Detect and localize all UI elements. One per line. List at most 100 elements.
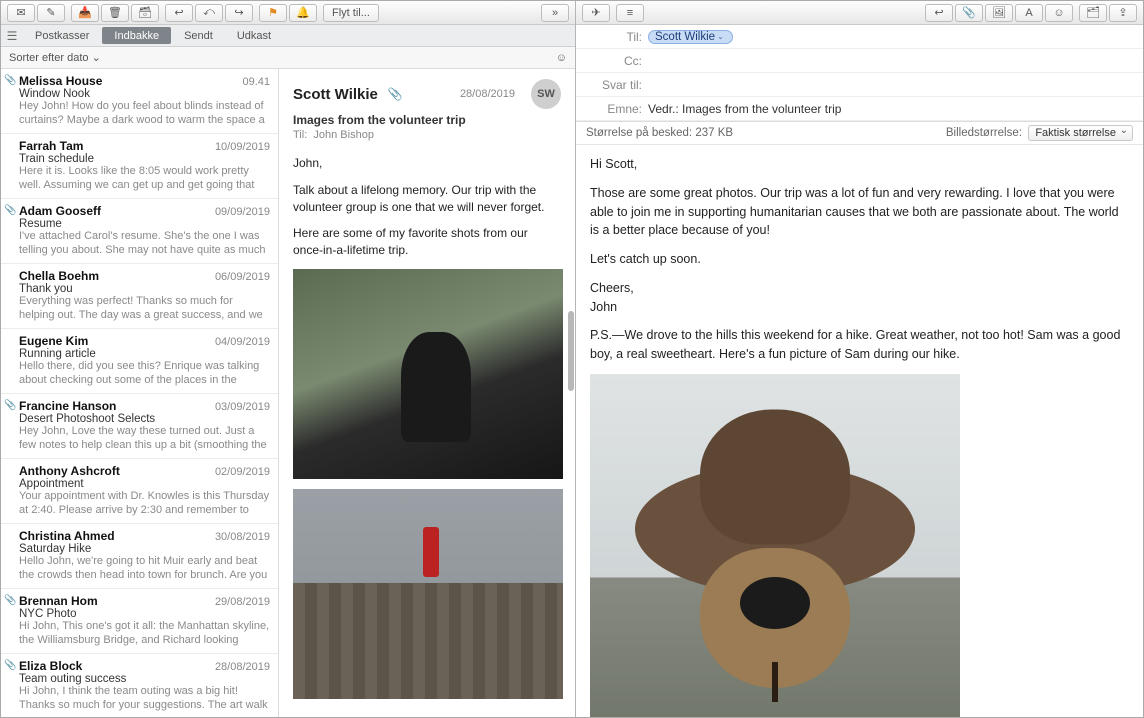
emoji-icon[interactable]: ☺ [1045,4,1073,22]
compose-headers: Til: Scott Wilkie⌄ Cc: Svar til: Emne: [576,25,1143,122]
message-subject: Resume [19,218,270,230]
format-icon[interactable]: A [1015,4,1043,22]
message-subject: Team outing success [19,673,270,685]
reading-p1: Talk about a lifelong memory. Our trip w… [293,182,561,216]
toolbar-expand-icon[interactable]: » [541,4,569,22]
reading-greeting: John, [293,155,561,172]
reply-all-icon[interactable]: ⤺ [195,4,223,22]
message-row[interactable]: 📎Francine Hanson03/09/2019Desert Photosh… [1,394,278,459]
sort-bar[interactable]: Sorter efter dato ⌄ ☺ [1,47,575,69]
message-row[interactable]: 📎Eliza Block28/08/2019Team outing succes… [1,654,278,717]
image-size-label: Billedstørrelse: [946,127,1022,139]
tab-postkasser[interactable]: Postkasser [23,25,101,46]
message-from: Farrah Tam [19,139,215,153]
message-date: 28/08/2019 [215,661,270,673]
message-preview: I've attached Carol's resume. She's the … [19,230,270,258]
share-icon[interactable]: ⇪ [1109,4,1137,22]
inline-image-dog[interactable] [590,374,960,717]
message-subject: Thank you [19,283,270,295]
move-to-dropdown[interactable]: Flyt til... [323,4,379,22]
compose-reply-icon[interactable]: ↩ [925,4,953,22]
message-row[interactable]: Chella Boehm06/09/2019Thank youEverythin… [1,264,278,329]
message-preview: Hi John, I think the team outing was a b… [19,685,270,713]
attachment-icon: 📎 [4,595,16,606]
message-row[interactable]: 📎Brennan Hom29/08/2019NYC PhotoHi John, … [1,589,278,654]
message-date: 03/09/2019 [215,401,270,413]
message-list[interactable]: 📎Melissa House09.41Window NookHey John! … [1,69,279,717]
compose-toolbar: ✈ ≡ ↩ 📎 🖼 A ☺ 🗂 ⇪ [576,1,1143,25]
mailbox-tabs: ☰ Postkasser Indbakke Sendt Udkast [1,25,575,47]
junk-icon[interactable]: 🗃 [131,4,159,22]
compose-body[interactable]: Hi Scott, Those are some great photos. O… [576,145,1143,717]
message-subject: Appointment [19,478,270,490]
reading-p2: Here are some of my favorite shots from … [293,225,561,259]
message-row[interactable]: Christina Ahmed30/08/2019Saturday HikeHe… [1,524,278,589]
tab-udkast[interactable]: Udkast [225,25,283,46]
tab-indbakke[interactable]: Indbakke [102,27,171,44]
scrollbar-thumb[interactable] [568,311,574,391]
attachment-bar: Størrelse på besked: 237 KB Billedstørre… [576,122,1143,145]
reply-to-label: Svar til: [584,78,648,92]
header-fields-icon[interactable]: ≡ [616,4,644,22]
attachment-image-2[interactable] [293,489,563,699]
message-from: Melissa House [19,74,242,88]
message-row[interactable]: Eugene Kim04/09/2019Running articleHello… [1,329,278,394]
cc-label: Cc: [584,54,648,68]
compose-signoff-1: Cheers, [590,279,1129,298]
reading-to-label: Til: [293,129,307,141]
message-from: Adam Gooseff [19,204,215,218]
trash-icon[interactable]: 🗑 [101,4,129,22]
message-date: 04/09/2019 [215,336,270,348]
message-row[interactable]: 📎Adam Gooseff09/09/2019ResumeI've attach… [1,199,278,264]
avatar: SW [531,79,561,109]
flag-icon[interactable]: ⚑ [259,4,287,22]
message-from: Eliza Block [19,659,215,673]
message-size-label: Størrelse på besked: [586,127,692,139]
reading-subject: Images from the volunteer trip [293,113,561,127]
forward-icon[interactable]: ↪ [225,4,253,22]
message-row[interactable]: 📎Melissa House09.41Window NookHey John! … [1,69,278,134]
image-size-select[interactable]: Faktisk størrelse [1028,125,1133,141]
filter-icon[interactable]: ☺ [556,52,567,64]
compose-icon[interactable]: ✎ [37,4,65,22]
compose-p1: Those are some great photos. Our trip wa… [590,184,1129,240]
message-preview: Your appointment with Dr. Knowles is thi… [19,490,270,518]
compose-greeting: Hi Scott, [590,155,1129,174]
mute-icon[interactable]: 🔔 [289,4,317,22]
mail-icon[interactable]: ✉ [7,4,35,22]
message-subject: Saturday Hike [19,543,270,555]
message-from: Eugene Kim [19,334,215,348]
reply-icon[interactable]: ↩ [165,4,193,22]
media-browser-icon[interactable]: 🗂 [1079,4,1107,22]
attachment-icon: 📎 [4,75,16,86]
message-preview: Hey John, Love the way these turned out.… [19,425,270,453]
message-date: 10/09/2019 [215,141,270,153]
attach-icon[interactable]: 📎 [955,4,983,22]
archive-icon[interactable]: 📥 [71,4,99,22]
subject-field[interactable] [648,102,1135,116]
tab-sendt[interactable]: Sendt [172,25,225,46]
subject-label: Emne: [584,102,648,116]
attachment-icon: 📎 [4,205,16,216]
sidebar-toggle-icon[interactable]: ☰ [1,25,23,46]
cc-field[interactable] [648,54,1135,68]
message-from: Chella Boehm [19,269,215,283]
reading-sender: Scott Wilkie [293,86,378,103]
message-subject: NYC Photo [19,608,270,620]
chevron-down-icon: ⌄ [92,51,101,64]
message-row[interactable]: Farrah Tam10/09/2019Train scheduleHere i… [1,134,278,199]
recipient-token[interactable]: Scott Wilkie⌄ [648,30,733,44]
reply-to-field[interactable] [648,78,1135,92]
attachment-image-1[interactable] [293,269,563,479]
attachment-icon: 📎 [388,87,403,101]
reading-date: 28/08/2019 [460,88,515,100]
message-from: Anthony Ashcroft [19,464,215,478]
photo-icon[interactable]: 🖼 [985,4,1013,22]
compose-signoff-2: John [590,298,1129,317]
send-icon[interactable]: ✈ [582,4,610,22]
message-row[interactable]: Anthony Ashcroft02/09/2019AppointmentYou… [1,459,278,524]
attachment-icon: 📎 [4,660,16,671]
message-subject: Running article [19,348,270,360]
message-date: 09/09/2019 [215,206,270,218]
message-size-value: 237 KB [695,127,733,139]
